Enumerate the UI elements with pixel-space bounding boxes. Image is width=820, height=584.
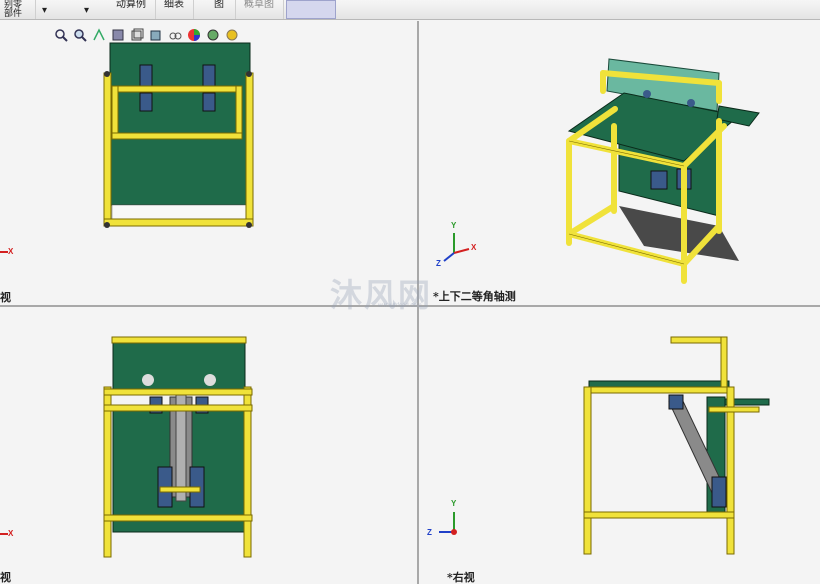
axis-x-label: X xyxy=(471,243,477,252)
view-label-top-left: 视 xyxy=(0,291,11,304)
section-view-icon[interactable] xyxy=(111,28,125,42)
view-label-bottom-right: *右视 xyxy=(447,571,475,584)
right-view-model xyxy=(439,336,770,555)
zoom-fit-icon[interactable] xyxy=(54,28,68,42)
edit-appearance-icon[interactable] xyxy=(187,28,201,42)
view-label-top-right: *上下二等角轴测 xyxy=(433,290,516,303)
previous-view-icon[interactable] xyxy=(92,28,106,42)
axis-y-label: Y xyxy=(451,221,457,230)
back-view-model xyxy=(0,336,253,558)
command-toolbar: 别零 部件 ▾ ▾ 动算例 细表 图 概草图 xyxy=(0,0,820,20)
zoom-area-icon[interactable] xyxy=(73,28,87,42)
view-settings-icon[interactable] xyxy=(225,28,239,42)
axis-z-label: Z xyxy=(436,259,441,268)
axis-x-label: X xyxy=(8,529,14,538)
viewport-bottom-left[interactable]: X 视 xyxy=(0,307,417,584)
viewport-top-left[interactable]: X 视 xyxy=(0,21,417,305)
axis-y-label: Y xyxy=(451,499,457,508)
toolbar-item-sketch-overview[interactable]: 概草图 xyxy=(240,0,284,19)
toolbar-item-drawing[interactable]: 图 xyxy=(210,0,236,19)
toolbar-item-parts[interactable]: 别零 部件 xyxy=(0,0,36,19)
hide-show-icon[interactable] xyxy=(168,28,182,42)
top-left-model xyxy=(0,42,254,253)
viewport-top-right[interactable]: Y X Z *上下二等角轴测 xyxy=(419,21,820,305)
view-label-bottom-left: 视 xyxy=(0,571,11,584)
watermark-logo: 沐风网 xyxy=(330,276,433,314)
toolbar-item-motion-study[interactable]: 动算例 xyxy=(112,0,156,19)
toolbar-selected-button[interactable] xyxy=(286,0,336,19)
apply-scene-icon[interactable] xyxy=(206,28,220,42)
viewport-bottom-right[interactable]: Y Z *右视 xyxy=(419,307,820,584)
display-style-icon[interactable] xyxy=(149,28,163,42)
watermark-url: www.mfcad.com xyxy=(378,303,422,309)
axis-z-label: Z xyxy=(427,528,432,537)
isometric-model xyxy=(443,58,760,284)
view-orientation-icon[interactable] xyxy=(130,28,144,42)
heads-up-view-toolbar xyxy=(54,26,239,44)
toolbar-item-bom[interactable]: 细表 xyxy=(160,0,194,19)
axis-x-label: X xyxy=(8,247,14,256)
